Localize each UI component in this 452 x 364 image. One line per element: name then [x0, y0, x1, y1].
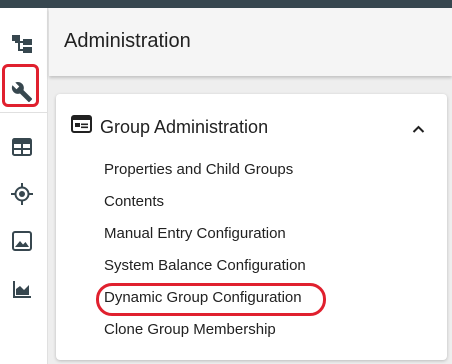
sidebar-item-tools[interactable] [4, 74, 40, 110]
table-icon [12, 138, 32, 156]
menu-item-contents[interactable]: Contents [104, 189, 164, 215]
menu-item-properties-and-child-groups[interactable]: Properties and Child Groups [104, 157, 293, 183]
menu-item-system-balance-configuration[interactable]: System Balance Configuration [104, 253, 306, 279]
panel-title: Group Administration [100, 117, 269, 137]
sidebar-item-target[interactable] [4, 176, 40, 212]
sidebar [0, 8, 48, 364]
wrench-icon [11, 81, 33, 103]
top-bar [0, 0, 452, 8]
target-icon [11, 183, 33, 205]
page-header: Administration [49, 8, 452, 76]
chevron-up-icon[interactable] [412, 120, 425, 138]
hierarchy-icon [11, 34, 33, 54]
sidebar-item-image[interactable] [4, 223, 40, 259]
menu-item-manual-entry-configuration[interactable]: Manual Entry Configuration [104, 221, 286, 247]
sidebar-item-table[interactable] [4, 129, 40, 165]
image-icon [12, 231, 32, 251]
sidebar-divider [0, 112, 47, 113]
panel-header[interactable]: Group Administration [56, 94, 447, 150]
admin-window-icon [71, 115, 92, 138]
page-title: Administration [64, 30, 191, 52]
menu-item-dynamic-group-configuration[interactable]: Dynamic Group Configuration [104, 285, 302, 311]
menu-item-clone-group-membership[interactable]: Clone Group Membership [104, 317, 276, 343]
sidebar-item-chart[interactable] [4, 271, 40, 307]
group-administration-panel: Group Administration Properties and Chil… [56, 94, 447, 360]
area-chart-icon [12, 280, 32, 298]
sidebar-item-hierarchy[interactable] [4, 26, 40, 62]
